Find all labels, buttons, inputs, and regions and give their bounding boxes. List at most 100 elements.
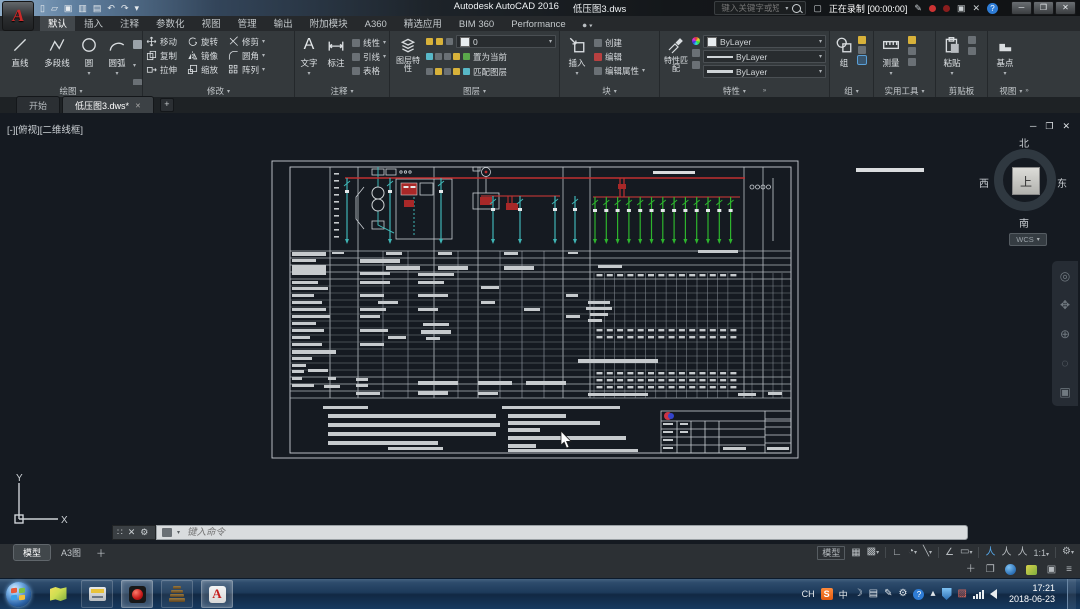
calculator-icon[interactable] [908, 58, 916, 66]
lineweight-dropdown[interactable]: ByLayer▾ [703, 65, 826, 78]
ribbon-minimize-icon[interactable]: ⏺ ▾ [583, 21, 593, 31]
ellipse-tool-icon[interactable]: ▾ [133, 75, 142, 85]
snap-toggle-icon[interactable]: ▩▾ [867, 543, 879, 562]
layer-merge-icon[interactable] [444, 68, 451, 75]
object-color-dropdown[interactable]: ByLayer▾ [703, 35, 826, 48]
command-recent-icon[interactable] [162, 528, 172, 537]
tab-insert[interactable]: 插入 [76, 14, 111, 31]
search-icon[interactable] [792, 4, 801, 13]
tab-featured-apps[interactable]: 精选应用 [396, 14, 450, 31]
clean-screen-icon[interactable]: ▣ [1047, 561, 1056, 578]
panel-label-modify[interactable]: 修改▾ [143, 85, 294, 97]
search-input[interactable] [719, 2, 781, 14]
layer-thaw-icon[interactable] [436, 38, 443, 45]
viewcube-top-face[interactable]: 上 [1012, 167, 1040, 195]
lineweight-list-icon[interactable] [692, 61, 700, 69]
record-pause-icon[interactable] [929, 5, 936, 12]
measure-button[interactable]: 测量▾ [877, 34, 905, 77]
taskbar-notes-app[interactable] [43, 581, 73, 607]
hardware-acceleration-icon[interactable] [1005, 564, 1016, 575]
status-menu-icon[interactable]: ≡ [1066, 561, 1072, 578]
language-indicator[interactable]: CH [802, 589, 815, 599]
copy-clip-icon[interactable] [968, 47, 976, 55]
close-recorder-icon[interactable]: ✕ [972, 3, 980, 14]
tab-a360[interactable]: A360 [357, 17, 395, 31]
panel-label-utilities[interactable]: 实用工具▾ [874, 85, 935, 97]
panel-label-properties[interactable]: 特性▾» [660, 85, 829, 97]
orbit-icon[interactable]: ◌ [1061, 356, 1068, 370]
insert-button[interactable]: 插入▾ [563, 34, 591, 77]
undo-icon[interactable]: ↶ [107, 0, 115, 16]
color-wheel-icon[interactable] [692, 37, 700, 45]
leader-button[interactable]: 引线▾ [352, 50, 386, 63]
layer-off-icon[interactable] [444, 53, 451, 60]
linetype-dropdown[interactable]: ByLayer▾ [703, 50, 826, 63]
stretch-button[interactable]: 拉伸 [146, 63, 177, 76]
osnap-toggle-icon[interactable]: ▭▾ [960, 543, 972, 562]
customization-gear-icon[interactable]: ⚙▾ [1062, 543, 1074, 562]
group-edit-icon[interactable] [858, 46, 866, 54]
tab-addins[interactable]: 附加模块 [302, 14, 356, 31]
search-dropdown-icon[interactable]: ▾ [785, 5, 788, 12]
command-grip[interactable]: ∷ ✕ ⚙ [112, 525, 156, 540]
viewport-controls-label[interactable]: [-][俯视][二维线框] [7, 122, 83, 136]
point-icon[interactable] [908, 47, 916, 55]
layer-lock-icon[interactable] [446, 38, 453, 45]
network-icon[interactable] [973, 589, 984, 599]
layer-on-icon[interactable] [426, 38, 433, 45]
tab-output[interactable]: 输出 [266, 14, 301, 31]
polyline-button[interactable]: 多段线 [40, 34, 74, 69]
viewcube-north-label[interactable]: 北 [1019, 135, 1029, 150]
array-button[interactable]: 阵列▾ [228, 63, 265, 76]
tab-parametric[interactable]: 参数化 [148, 14, 193, 31]
close-tab-icon[interactable]: ✕ [135, 102, 141, 110]
group-selection-toggle-icon[interactable] [858, 56, 866, 64]
mirror-button[interactable]: 镜像 [187, 49, 218, 62]
help-icon[interactable]: ? [987, 3, 998, 14]
layer-delete-icon[interactable] [453, 68, 460, 75]
command-close-icon[interactable]: ✕ [128, 527, 136, 538]
open-file-icon[interactable]: ▱ [51, 0, 58, 16]
dimension-button[interactable]: 标注 [323, 34, 349, 69]
qat-customize-icon[interactable]: ▾ [135, 0, 140, 16]
help-search-box[interactable]: ▾ [714, 1, 806, 15]
viewcube[interactable]: 北 西 上 东 南 WCS▾ [975, 135, 1075, 247]
fillet-button[interactable]: 圆角▾ [228, 49, 265, 62]
ungroup-icon[interactable] [858, 36, 866, 44]
viewport-icon[interactable]: ❐ [986, 561, 995, 578]
otrack-toggle-icon[interactable]: ∠ [945, 544, 954, 561]
print-icon[interactable]: ▤ [93, 0, 102, 16]
settings-tray-icon[interactable]: ⚙ [899, 579, 908, 609]
panel-label-group[interactable]: 组▾ [830, 85, 873, 97]
text-button[interactable]: A文字▾ [298, 34, 320, 77]
rotate-button[interactable]: 旋转 [187, 35, 218, 48]
paste-button[interactable]: 粘贴▾ [939, 34, 965, 77]
tab-manage[interactable]: 管理 [230, 14, 265, 31]
edit-block-button[interactable]: 编辑 [594, 50, 645, 63]
panel-label-clipboard[interactable]: 剪贴板 [936, 85, 987, 97]
new-file-icon[interactable]: ▯ [40, 0, 45, 16]
restore-button[interactable]: ❐ [1033, 1, 1054, 15]
model-space-button[interactable]: 模型 [817, 546, 845, 560]
set-current-button[interactable]: 置为当前 [463, 50, 507, 63]
redo-icon[interactable]: ↷ [121, 0, 129, 16]
command-line-bar[interactable]: ∷ ✕ ⚙ ▾ [112, 525, 968, 540]
layer-vpfreeze-icon[interactable] [435, 68, 442, 75]
steering-wheel-icon[interactable]: ◎ [1060, 269, 1070, 283]
table-button[interactable]: 表格 [352, 64, 386, 77]
tab-default[interactable]: 默认 [40, 14, 75, 31]
viewcube-east-label[interactable]: 东 [1057, 175, 1067, 190]
tab-annotate[interactable]: 注释 [112, 14, 147, 31]
ortho-toggle-icon[interactable]: ∟ [892, 544, 902, 561]
application-menu-button[interactable]: A [2, 1, 34, 31]
file-tab-document[interactable]: 低压图3.dws*✕ [62, 96, 154, 113]
layer-properties-button[interactable]: 图层特性 [393, 34, 423, 73]
taskbar-screen-recorder-app[interactable] [121, 580, 153, 608]
sign-in-icon[interactable]: ▢ [813, 3, 822, 14]
pencil-icon[interactable]: ✎ [914, 3, 922, 14]
command-input[interactable] [185, 526, 962, 539]
create-block-button[interactable]: 创建 [594, 36, 645, 49]
group-button[interactable]: 组 [833, 34, 855, 69]
edit-attribute-button[interactable]: 编辑属性▾ [594, 64, 645, 77]
isolate-objects-icon[interactable] [1026, 565, 1037, 575]
